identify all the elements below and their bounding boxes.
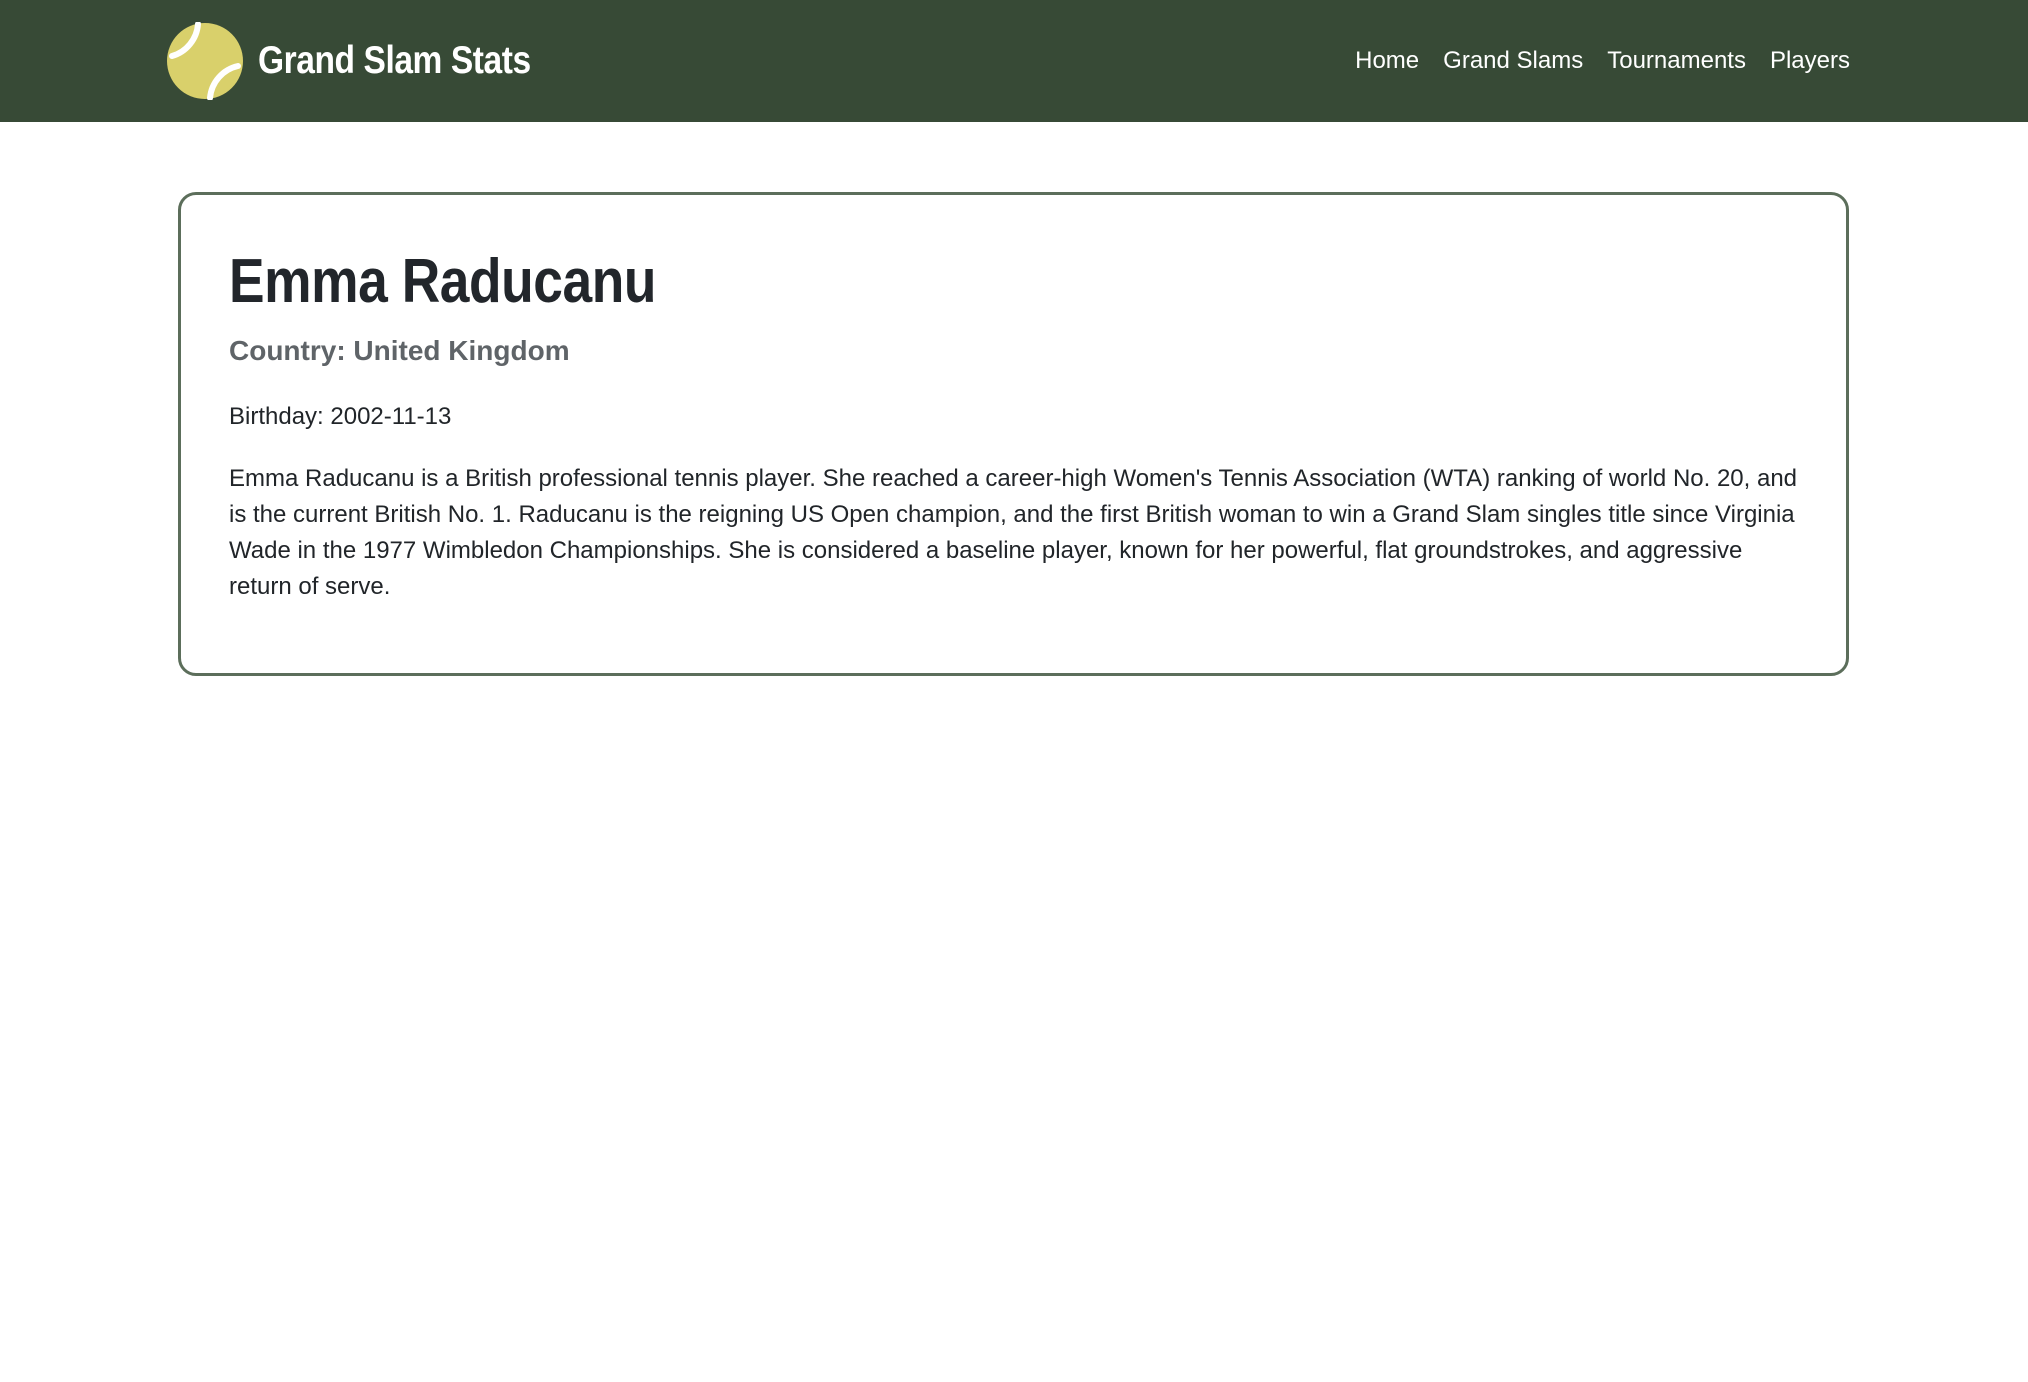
main-nav: Home Grand Slams Tournaments Players bbox=[1355, 0, 1850, 122]
nav-link-tournaments[interactable]: Tournaments bbox=[1607, 47, 1746, 75]
tennis-ball-icon bbox=[167, 22, 243, 100]
player-name: Emma Raducanu bbox=[229, 247, 657, 316]
player-card: Emma Raducanu Country: United Kingdom Bi… bbox=[178, 192, 1849, 676]
brand-link[interactable]: Grand Slam Stats bbox=[166, 22, 575, 100]
player-birthday: Birthday: 2002-11-13 bbox=[229, 403, 452, 430]
top-navbar: Grand Slam Stats Home Grand Slams Tourna… bbox=[0, 0, 2028, 122]
player-country: Country: United Kingdom bbox=[229, 335, 570, 366]
player-bio: Emma Raducanu is a British professional … bbox=[229, 465, 1798, 600]
nav-link-home[interactable]: Home bbox=[1355, 47, 1419, 75]
nav-link-players[interactable]: Players bbox=[1770, 47, 1850, 75]
brand-title: Grand Slam Stats bbox=[258, 39, 531, 82]
nav-link-grand-slams[interactable]: Grand Slams bbox=[1443, 47, 1583, 75]
